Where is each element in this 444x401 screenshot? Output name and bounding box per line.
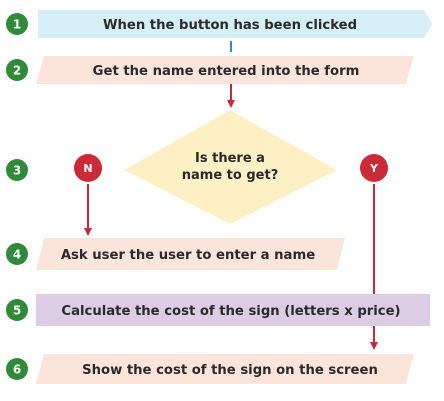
step-1-number: 1	[13, 18, 21, 32]
step-2-number: 2	[13, 64, 21, 78]
step-5-number: 5	[13, 304, 21, 318]
decision-line-1: Is there a	[195, 151, 265, 166]
step-3-number: 3	[13, 164, 21, 178]
step-6-text: Show the cost of the sign on the screen	[82, 363, 378, 378]
connector-decision-no	[105, 160, 130, 167]
yes-branch-marker: Y	[360, 154, 388, 182]
step-4-number: 4	[13, 248, 21, 262]
step-3-marker: 3	[6, 159, 28, 181]
step-4-text: Ask user the user to enter a name	[61, 248, 315, 263]
step-2-text: Get the name entered into the form	[93, 64, 360, 79]
step-1-marker: 1	[6, 13, 28, 35]
no-branch-label: N	[83, 162, 92, 175]
step-6-marker: 6	[6, 358, 28, 380]
decision-line-2: name to get?	[182, 168, 278, 183]
step-1-text: When the button has been clicked	[103, 18, 357, 33]
step-2-marker: 2	[6, 59, 28, 81]
step-5-marker: 5	[6, 299, 28, 321]
step-6-number: 6	[13, 363, 21, 377]
decision-diamond	[124, 110, 337, 224]
no-branch-marker: N	[74, 154, 102, 182]
step-4-marker: 4	[6, 243, 28, 265]
step-5-text: Calculate the cost of the sign (letters …	[61, 304, 400, 319]
flowchart-diagram: 1 2 3 4 5 6 N Y When the button has been…	[6, 10, 432, 384]
yes-branch-label: Y	[369, 162, 379, 175]
